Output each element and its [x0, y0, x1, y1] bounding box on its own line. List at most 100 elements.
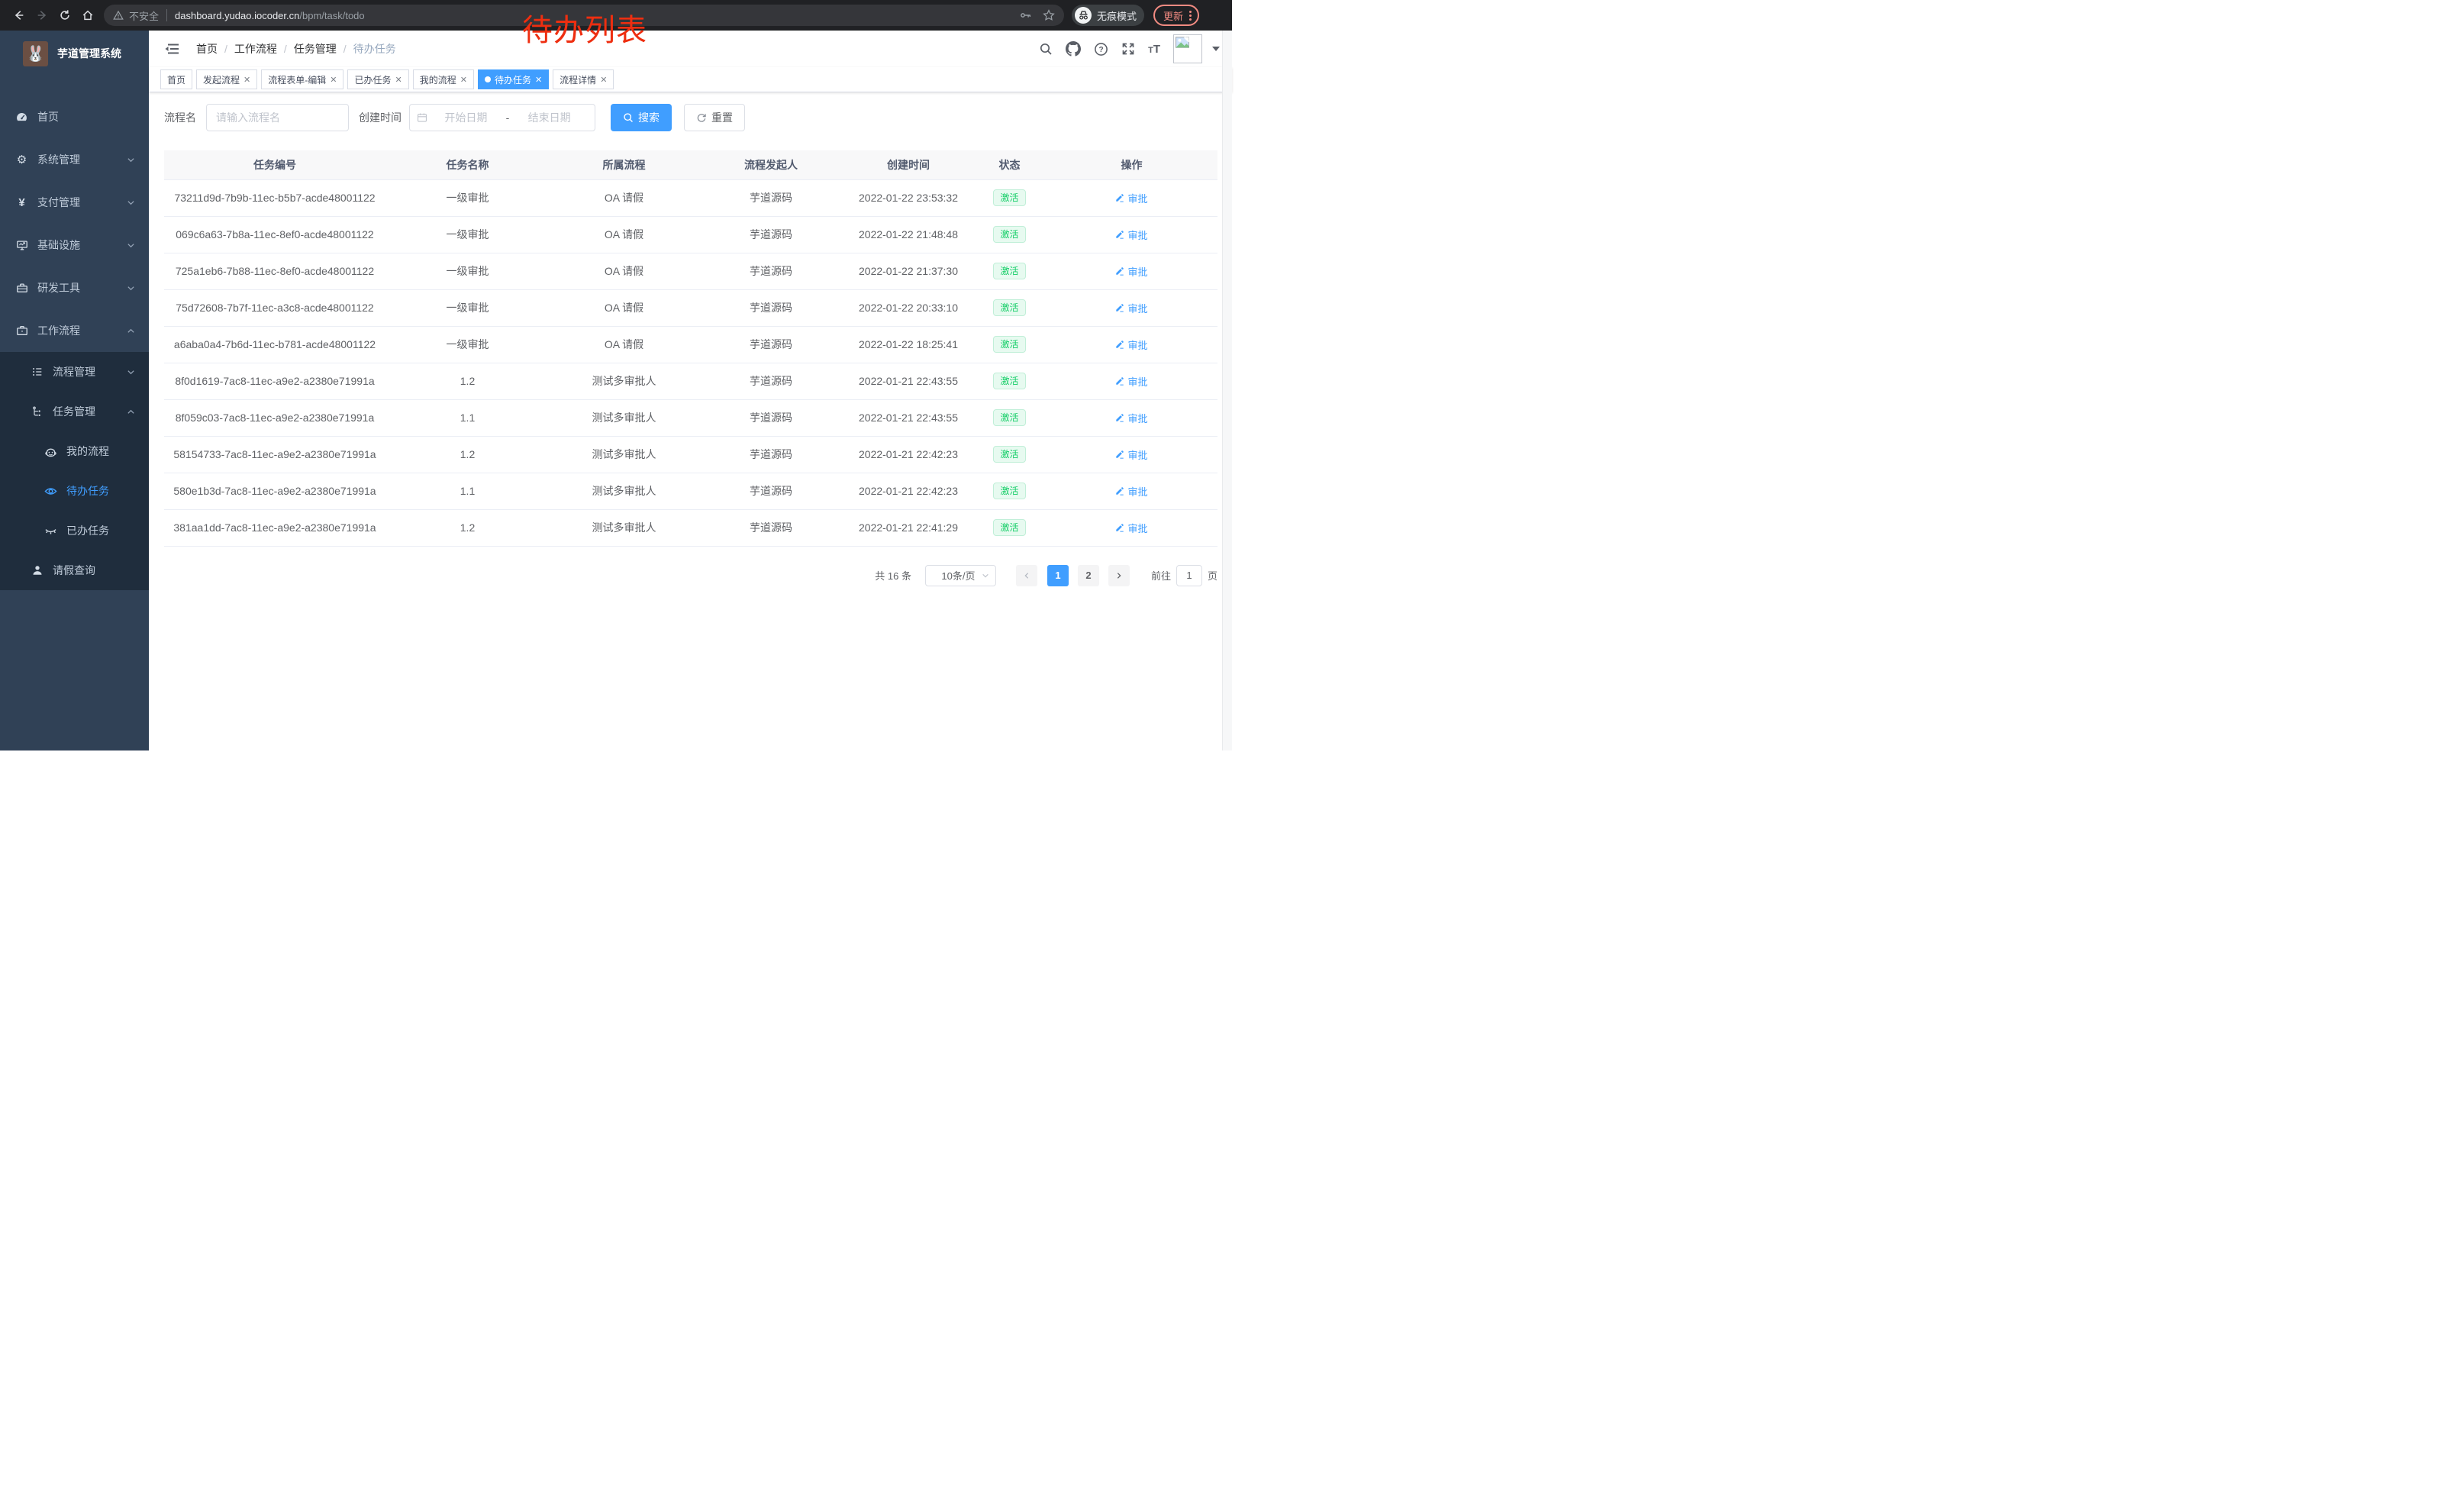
help-icon[interactable]: ? — [1094, 42, 1108, 56]
breadcrumb-home[interactable]: 首页 — [196, 41, 218, 56]
approve-button[interactable]: 审批 — [1115, 447, 1147, 462]
tab-process-form-edit[interactable]: 流程表单-编辑✕ — [261, 69, 343, 89]
url-path[interactable]: /bpm/task/todo — [299, 10, 364, 21]
create-time-label: 创建时间 — [359, 110, 402, 125]
task-process: OA 请假 — [550, 289, 698, 326]
close-icon[interactable]: ✕ — [395, 75, 402, 85]
update-label[interactable]: 更新 — [1163, 8, 1183, 23]
browser-home-icon[interactable] — [76, 4, 99, 27]
chevron-down-icon — [982, 572, 989, 579]
bookmark-star-icon[interactable] — [1043, 9, 1055, 21]
approve-button[interactable]: 审批 — [1115, 337, 1147, 352]
tab-start-process[interactable]: 发起流程✕ — [196, 69, 257, 89]
goto-page-input[interactable] — [1176, 565, 1202, 586]
avatar-caret-icon[interactable] — [1212, 47, 1220, 51]
breadcrumb-workflow[interactable]: 工作流程 — [234, 41, 277, 56]
approve-button[interactable]: 审批 — [1115, 264, 1147, 279]
sidebar-item-done-tasks[interactable]: 已办任务 — [0, 511, 149, 550]
page-scrollbar[interactable] — [1222, 31, 1232, 750]
prev-page-button[interactable] — [1016, 565, 1037, 586]
range-separator: - — [505, 111, 511, 124]
page-button-2[interactable]: 2 — [1078, 565, 1099, 586]
fullscreen-icon[interactable] — [1121, 42, 1135, 56]
approve-button[interactable]: 审批 — [1115, 411, 1147, 425]
sidebar-item-todo-tasks[interactable]: 待办任务 — [0, 471, 149, 511]
browser-forward-icon[interactable] — [31, 4, 53, 27]
browser-reload-icon[interactable] — [53, 4, 76, 27]
tab-todo-tasks[interactable]: 待办任务✕ — [478, 69, 549, 89]
end-date-placeholder[interactable]: 结束日期 — [511, 110, 588, 125]
incognito-label: 无痕模式 — [1097, 8, 1137, 23]
task-time: 2022-01-21 22:42:23 — [843, 436, 973, 473]
start-date-placeholder[interactable]: 开始日期 — [427, 110, 505, 125]
sidebar-item-label: 支付管理 — [37, 195, 80, 210]
close-icon[interactable]: ✕ — [600, 75, 607, 85]
close-icon[interactable]: ✕ — [535, 75, 542, 85]
task-id: 580e1b3d-7ac8-11ec-a9e2-a2380e71991a — [164, 473, 385, 509]
sidebar-item-my-process[interactable]: 我的流程 — [0, 431, 149, 471]
font-size-icon[interactable]: TT — [1148, 43, 1160, 56]
search-button[interactable]: 搜索 — [611, 104, 672, 131]
approve-label: 审批 — [1127, 301, 1147, 315]
page-content: 流程名 创建时间 开始日期 - 结束日期 搜索 重置 — [149, 92, 1232, 750]
close-icon[interactable]: ✕ — [330, 75, 337, 85]
task-process: 测试多审批人 — [550, 363, 698, 399]
approve-button[interactable]: 审批 — [1115, 484, 1147, 499]
sidebar-item-workflow[interactable]: 工作流程 — [0, 309, 149, 352]
pen-icon — [1115, 230, 1124, 239]
sidebar-item-dev-tools[interactable]: 研发工具 — [0, 266, 149, 309]
task-id: 069c6a63-7b8a-11ec-8ef0-acde48001122 — [164, 216, 385, 253]
reset-button[interactable]: 重置 — [684, 104, 745, 131]
breadcrumb-separator: / — [284, 43, 287, 55]
tab-home[interactable]: 首页 — [160, 69, 192, 89]
sidebar-item-payment[interactable]: ¥ 支付管理 — [0, 181, 149, 224]
address-bar[interactable]: 不安全 dashboard.yudao.iocoder.cn/bpm/task/… — [104, 5, 1064, 26]
next-page-button[interactable] — [1108, 565, 1130, 586]
update-button[interactable]: 更新 — [1153, 5, 1199, 26]
close-icon[interactable]: ✕ — [460, 75, 467, 85]
password-key-icon[interactable] — [1020, 9, 1032, 21]
task-id: 8f059c03-7ac8-11ec-a9e2-a2380e71991a — [164, 399, 385, 436]
pen-icon — [1115, 303, 1124, 312]
breadcrumb-separator: / — [224, 43, 227, 55]
github-icon[interactable] — [1066, 41, 1081, 56]
sidebar-item-task-mgmt[interactable]: 任务管理 — [0, 392, 149, 431]
approve-button[interactable]: 审批 — [1115, 228, 1147, 242]
browser-menu-icon[interactable] — [1189, 11, 1192, 21]
sidebar-item-process-mgmt[interactable]: 流程管理 — [0, 352, 149, 392]
date-range-picker[interactable]: 开始日期 - 结束日期 — [409, 104, 595, 131]
approve-button[interactable]: 审批 — [1115, 191, 1147, 205]
yen-icon: ¥ — [15, 197, 28, 208]
avatar[interactable] — [1173, 34, 1202, 63]
sidebar-item-leave-query[interactable]: 请假查询 — [0, 550, 149, 590]
sidebar-item-label: 任务管理 — [53, 404, 95, 419]
url-host[interactable]: dashboard.yudao.iocoder.cn — [175, 10, 299, 21]
sidebar-item-system[interactable]: ⚙ 系统管理 — [0, 138, 149, 181]
task-id: 381aa1dd-7ac8-11ec-a9e2-a2380e71991a — [164, 509, 385, 546]
task-process: OA 请假 — [550, 326, 698, 363]
process-name-input[interactable] — [206, 104, 349, 131]
search-icon[interactable] — [1039, 42, 1053, 56]
approve-button[interactable]: 审批 — [1115, 521, 1147, 535]
incognito-badge: 无痕模式 — [1072, 5, 1144, 26]
tab-my-process[interactable]: 我的流程✕ — [413, 69, 474, 89]
tab-done-tasks[interactable]: 已办任务✕ — [347, 69, 408, 89]
task-starter: 芋道源码 — [698, 179, 843, 216]
tab-process-detail[interactable]: 流程详情✕ — [553, 69, 614, 89]
chevron-down-icon — [127, 241, 135, 250]
breadcrumb-task-mgmt[interactable]: 任务管理 — [294, 41, 337, 56]
security-label[interactable]: 不安全 — [129, 8, 159, 23]
page-size-select[interactable]: 10条/页 — [925, 565, 996, 586]
approve-label: 审批 — [1127, 228, 1147, 242]
sidebar-item-home[interactable]: 首页 — [0, 95, 149, 138]
close-icon[interactable]: ✕ — [243, 75, 250, 85]
eye-closed-icon — [44, 525, 57, 537]
approve-button[interactable]: 审批 — [1115, 301, 1147, 315]
table-row: 73211d9d-7b9b-11ec-b5b7-acde48001122 一级审… — [164, 179, 1217, 216]
browser-back-icon[interactable] — [8, 4, 31, 27]
app-logo-row[interactable]: 🐰 芋道管理系统 — [0, 31, 149, 76]
sidebar-collapse-icon[interactable] — [156, 42, 187, 56]
sidebar-item-infrastructure[interactable]: 基础设施 — [0, 224, 149, 266]
approve-button[interactable]: 审批 — [1115, 374, 1147, 389]
page-button-1[interactable]: 1 — [1047, 565, 1069, 586]
